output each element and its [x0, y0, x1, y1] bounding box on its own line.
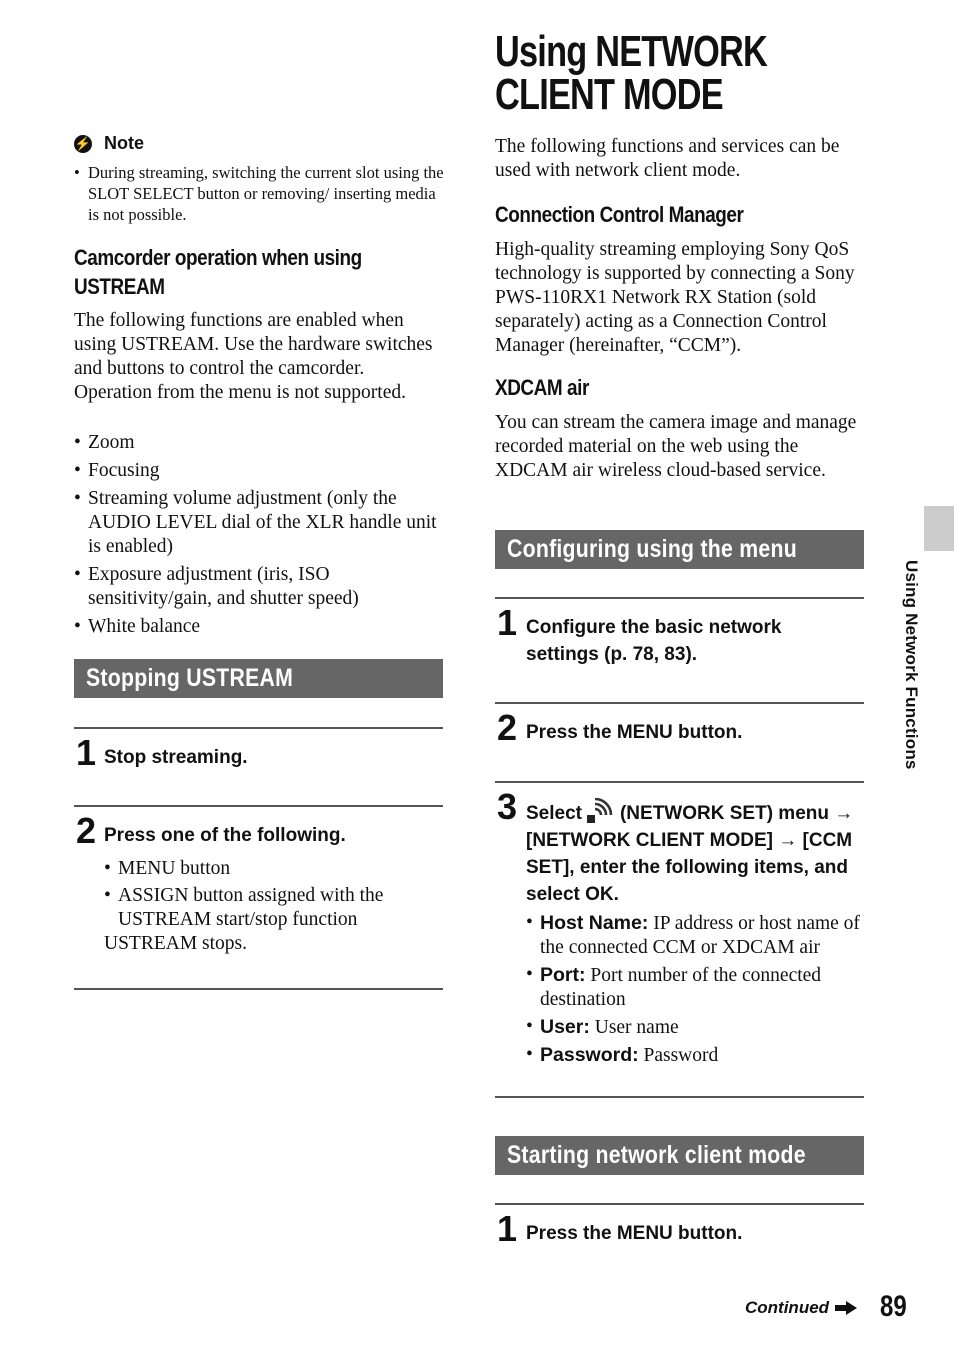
step-number: 1: [497, 1208, 518, 1249]
camcorder-function-list: Zoom Focusing Streaming volume adjustmen…: [74, 431, 446, 639]
starting-client-mode-bar: Starting network client mode: [495, 1136, 864, 1175]
note-icon: ⚡: [74, 134, 92, 153]
note-item: During streaming, switching the current …: [74, 162, 446, 225]
stopping-ustream-bar: Stopping USTREAM: [74, 659, 443, 698]
step-bullet: ASSIGN button assigned with the USTREAM …: [104, 884, 444, 932]
stopping-ustream-title: Stopping USTREAM: [86, 664, 294, 692]
network-set-icon: [586, 797, 614, 824]
configuring-menu-bar: Configuring using the menu: [495, 530, 864, 569]
divider: [74, 805, 443, 807]
note-title: Note: [104, 133, 144, 153]
arrow-right-icon: [835, 1301, 858, 1315]
divider: [74, 727, 443, 729]
step-text: Press one of the following.: [104, 825, 346, 846]
step-number: 1: [497, 602, 518, 643]
step-text: Configure the basic network settings (p.…: [526, 617, 782, 665]
page-title-line2: CLIENT MODE: [495, 70, 724, 119]
function-item: Streaming volume adjustment (only the AU…: [74, 487, 446, 559]
step-text: Stop streaming.: [104, 747, 248, 768]
function-item: White balance: [74, 615, 446, 639]
field-label: Port:: [540, 964, 586, 986]
note-body: During streaming, switching the current …: [74, 162, 446, 225]
continued-label: Continued: [745, 1298, 830, 1317]
step-number: 1: [76, 732, 97, 773]
camcorder-heading: Camcorder operation when using USTREAM: [74, 243, 409, 301]
function-item: Zoom: [74, 431, 446, 455]
continued-indicator: Continued: [745, 1298, 858, 1318]
step-bullet-list: MENU button ASSIGN button assigned with …: [104, 857, 444, 932]
camcorder-heading-line1: Camcorder operation when using: [74, 245, 362, 270]
divider: [495, 781, 864, 783]
divider: [495, 702, 864, 704]
divider: [495, 597, 864, 599]
step-result: USTREAM stops.: [104, 933, 248, 954]
function-item: Exposure adjustment (iris, ISO sensitivi…: [74, 563, 446, 611]
divider: [495, 1203, 864, 1205]
step-number: 2: [497, 707, 518, 748]
ccm-fields-list: Host Name: IP address or host name of th…: [526, 911, 871, 1068]
field-label: Host Name:: [540, 912, 649, 934]
starting-client-mode-title: Starting network client mode: [507, 1141, 806, 1169]
field-item: User: User name: [526, 1015, 871, 1040]
ccm-heading: Connection Control Manager: [495, 202, 744, 227]
field-item: Password: Password: [526, 1043, 871, 1068]
field-desc: Password: [643, 1045, 719, 1066]
camcorder-paragraph: The following functions are enabled when…: [74, 310, 433, 403]
step-text: Press the MENU button.: [526, 722, 743, 743]
ccm-paragraph: High-quality streaming employing Sony Qo…: [495, 239, 855, 356]
field-desc: User name: [594, 1017, 679, 1038]
field-item: Host Name: IP address or host name of th…: [526, 911, 871, 960]
page-number: 89: [880, 1290, 907, 1323]
step-number: 3: [497, 786, 518, 827]
divider: [495, 1096, 864, 1098]
camcorder-heading-line2: USTREAM: [74, 274, 165, 299]
xdcam-paragraph: You can stream the camera image and mana…: [495, 412, 857, 481]
step-text: Press the MENU button.: [526, 1223, 743, 1244]
page-title: Using NETWORK CLIENT MODE: [495, 27, 768, 119]
field-label: User:: [540, 1016, 590, 1038]
divider: [74, 988, 443, 990]
chapter-side-tab: [924, 506, 954, 551]
function-item: Focusing: [74, 459, 446, 483]
chapter-side-label: Using Network Functions: [902, 560, 921, 770]
configuring-menu-title: Configuring using the menu: [507, 535, 797, 563]
step-text-select: Select: [526, 803, 582, 824]
field-item: Port: Port number of the connected desti…: [526, 963, 871, 1012]
field-label: Password:: [540, 1044, 639, 1066]
xdcam-heading: XDCAM air: [495, 375, 589, 400]
intro-paragraph: The following functions and services can…: [495, 136, 840, 181]
step-number: 2: [76, 810, 97, 851]
step-bullet: MENU button: [104, 857, 444, 881]
note-header: ⚡ Note: [74, 133, 144, 154]
page-title-line1: Using NETWORK: [495, 27, 768, 76]
step-text: Select (NETWORK SET) menu → [NETWORK CLIE…: [526, 797, 871, 908]
